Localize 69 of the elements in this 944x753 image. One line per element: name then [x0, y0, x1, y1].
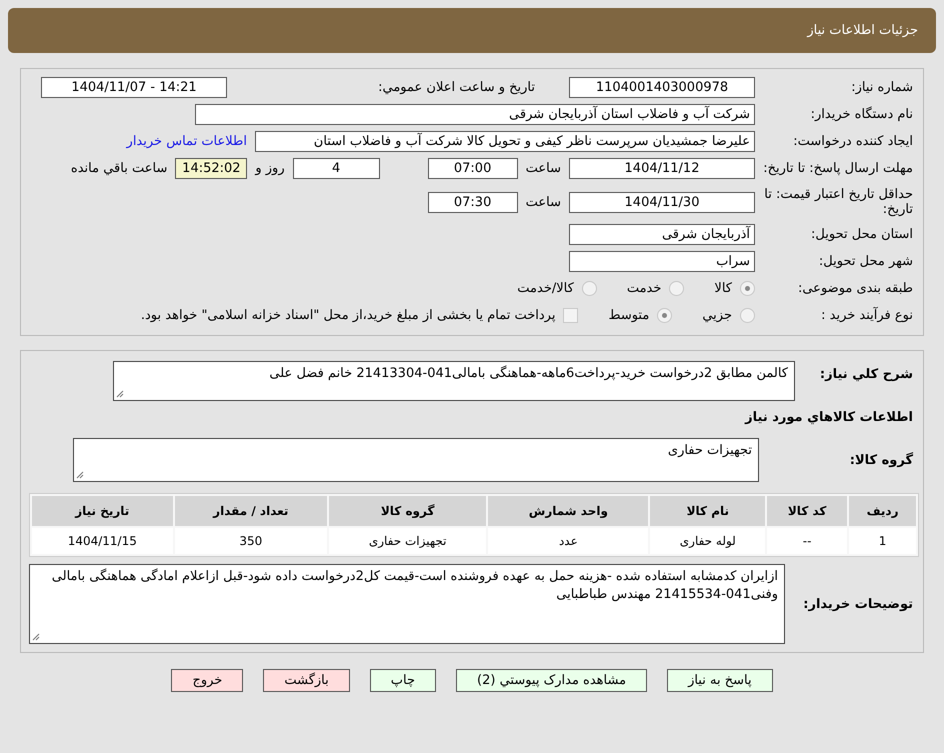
table-cell: --	[767, 528, 848, 554]
field-label: گروه کالا:	[848, 452, 913, 468]
option-label: کالا	[714, 280, 732, 296]
radio-button[interactable]	[740, 308, 755, 322]
buyer-notes-field[interactable]: ازایران کدمشابه استفاده شده -هزینه حمل به عهده فروشنده است-قیمت کل2درخواست داده شود-قبل ازاعلام امادگی هماهنگی بامالی وفنی041-21415534 مهندس طباطبایی	[29, 564, 785, 644]
option-label: خدمت	[626, 280, 662, 296]
option-label: جزيي	[702, 308, 732, 322]
radio-button[interactable]	[740, 280, 755, 296]
radio-button[interactable]	[582, 280, 597, 296]
validity-time-field: 07:30	[428, 192, 518, 212]
column-header: واحد شمارش	[488, 496, 648, 526]
field-label: نام دستگاه خریدار:	[810, 106, 913, 122]
action-button[interactable]: پاسخ به نیاز	[667, 669, 773, 692]
resize-grip-icon[interactable]	[76, 471, 84, 479]
field-label: توضیحات خریدار:	[803, 596, 913, 612]
table-cell: عدد	[488, 528, 648, 554]
field-label: ایجاد کننده درخواست:	[792, 134, 913, 148]
column-header: تعداد / مقدار	[174, 496, 328, 526]
description-field[interactable]: کالمن مطابق 2درخواست خرید-پرداخت6ماهه-هماهنگی بامالی041-21413304 خانم فضل علی	[113, 361, 795, 401]
option-label: متوسط	[608, 308, 650, 322]
column-header: تاریخ نیاز	[32, 496, 173, 526]
column-header: نام کالا	[650, 496, 766, 526]
column-header: کد کالا	[767, 496, 848, 526]
city-field: سراب	[569, 250, 755, 272]
radio-button[interactable]	[669, 280, 684, 296]
need-number-field: 1104001403000978	[569, 76, 755, 98]
validity-date-field: 1404/11/30	[569, 192, 755, 212]
field-label: نوع فرآیند خرید :	[820, 308, 913, 322]
field-label: تاريخ و ساعت اعلان عمومي:	[377, 80, 535, 94]
action-button[interactable]: بازگشت	[263, 669, 350, 692]
remaining-label: ساعت باقي مانده	[70, 160, 168, 176]
field-label: شرح کلي نیاز:	[818, 366, 913, 382]
days-label: روز و	[255, 160, 285, 176]
field-label: شماره نیاز:	[850, 80, 913, 94]
checkbox[interactable]	[563, 308, 578, 322]
table-cell: 1	[849, 528, 916, 554]
announce-date-field: 1404/11/07 - 14:21	[41, 76, 227, 98]
table-cell: 350	[174, 528, 328, 554]
time-label: ساعت	[526, 160, 561, 176]
goods-group-field[interactable]: تجهیزات حفاری	[73, 438, 759, 482]
creator-field: علیرضا جمشیدیان سرپرست ناظر کیفی و تحویل کالا شرکت آب و فاضلاب استان	[255, 130, 755, 152]
contact-link[interactable]: اطلاعات تماس خریدار	[126, 134, 247, 148]
deadline-time-field: 07:00	[428, 158, 518, 178]
option-label: کالا/خدمت	[517, 280, 574, 296]
buyer-field: شرکت آب و فاضلاب استان آذربایجان شرقی	[195, 104, 755, 124]
section-heading: اطلاعات کالاهاي مورد نیاز	[744, 409, 913, 427]
field-label: مهلت ارسال پاسخ: تا تاریخ:	[763, 160, 913, 176]
field-label: طبقه بندی موضوعی:	[796, 280, 913, 296]
action-button[interactable]: خروج	[171, 669, 244, 692]
field-label: شهر محل تحویل:	[818, 254, 913, 268]
deadline-date-field: 1404/11/12	[569, 158, 755, 178]
field-label: استان محل تحویل:	[810, 226, 913, 242]
table-cell: 1404/11/15	[32, 528, 173, 554]
radio-button[interactable]	[657, 308, 672, 322]
time-label: ساعت	[526, 194, 561, 210]
action-button[interactable]: مشاهده مدارک پیوستي (2)	[456, 669, 648, 692]
resize-grip-icon[interactable]	[32, 633, 40, 641]
column-header: ردیف	[849, 496, 916, 526]
action-button[interactable]: چاپ	[370, 669, 436, 692]
table-cell: لوله حفاری	[650, 528, 766, 554]
province-field: آذربایجان شرقی	[569, 224, 755, 244]
resize-grip-icon[interactable]	[116, 390, 124, 398]
table-cell: تجهیزات حفاری	[329, 528, 486, 554]
page-title: جزئیات اطلاعات نیاز	[807, 23, 918, 38]
remaining-time-field: 14:52:02	[175, 158, 248, 178]
treasury-note: پرداخت تمام یا بخشی از مبلغ خرید،از محل "اسناد خزانه اسلامی" خواهد بود.	[140, 308, 556, 322]
column-header: گروه کالا	[329, 496, 486, 526]
days-field: 4	[292, 158, 380, 178]
field-label: حداقل تاريخ اعتبار قیمت: تا تاریخ:	[763, 187, 913, 217]
